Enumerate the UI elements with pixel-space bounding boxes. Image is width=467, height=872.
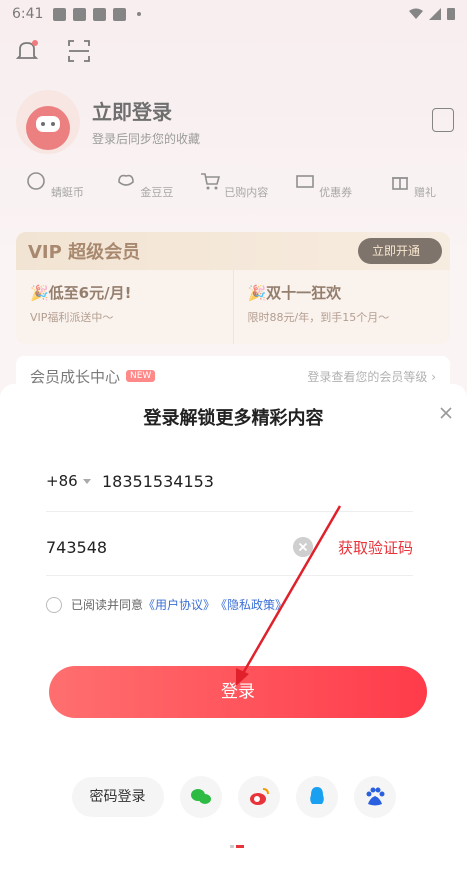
privacy-policy-link[interactable]: 《隐私政策》 xyxy=(215,596,287,613)
chevron-down-icon[interactable] xyxy=(83,479,91,484)
user-agreement-link[interactable]: 《用户协议》 xyxy=(143,596,215,613)
page-dot-active xyxy=(236,845,244,848)
page-indicator xyxy=(230,833,248,848)
login-sheet: 登录解锁更多精彩内容 +86 18351534153 743548 获取验证码 … xyxy=(0,384,467,872)
weibo-login-button[interactable] xyxy=(237,776,280,818)
weibo-icon xyxy=(249,788,269,805)
qq-login-button[interactable] xyxy=(295,776,338,818)
password-login-button[interactable]: 密码登录 xyxy=(71,777,164,817)
wechat-login-button[interactable] xyxy=(179,776,222,818)
agreement-checkbox[interactable] xyxy=(46,596,62,613)
wechat-icon xyxy=(190,789,211,804)
baidu-login-button[interactable] xyxy=(353,776,396,818)
clear-icon[interactable] xyxy=(293,537,313,557)
verification-code-input[interactable]: 743548 xyxy=(46,538,107,557)
baidu-icon xyxy=(366,787,384,806)
page-dot xyxy=(230,845,234,848)
agreement-row: 已阅读并同意 《用户协议》 《隐私政策》 xyxy=(46,596,287,613)
phone-input[interactable]: 18351534153 xyxy=(102,472,214,491)
login-button[interactable]: 登录 xyxy=(49,666,427,718)
alternate-login: 密码登录 xyxy=(0,776,467,818)
close-icon[interactable] xyxy=(437,404,455,422)
qq-icon xyxy=(309,787,324,804)
country-code[interactable]: +86 xyxy=(46,472,78,490)
sheet-title: 登录解锁更多精彩内容 xyxy=(143,408,324,429)
agreement-text: 已阅读并同意 xyxy=(71,598,144,612)
get-code-button[interactable]: 获取验证码 xyxy=(338,537,413,558)
phone-field[interactable]: +86 18351534153 xyxy=(46,452,413,512)
code-field[interactable]: 743548 获取验证码 xyxy=(46,516,413,576)
